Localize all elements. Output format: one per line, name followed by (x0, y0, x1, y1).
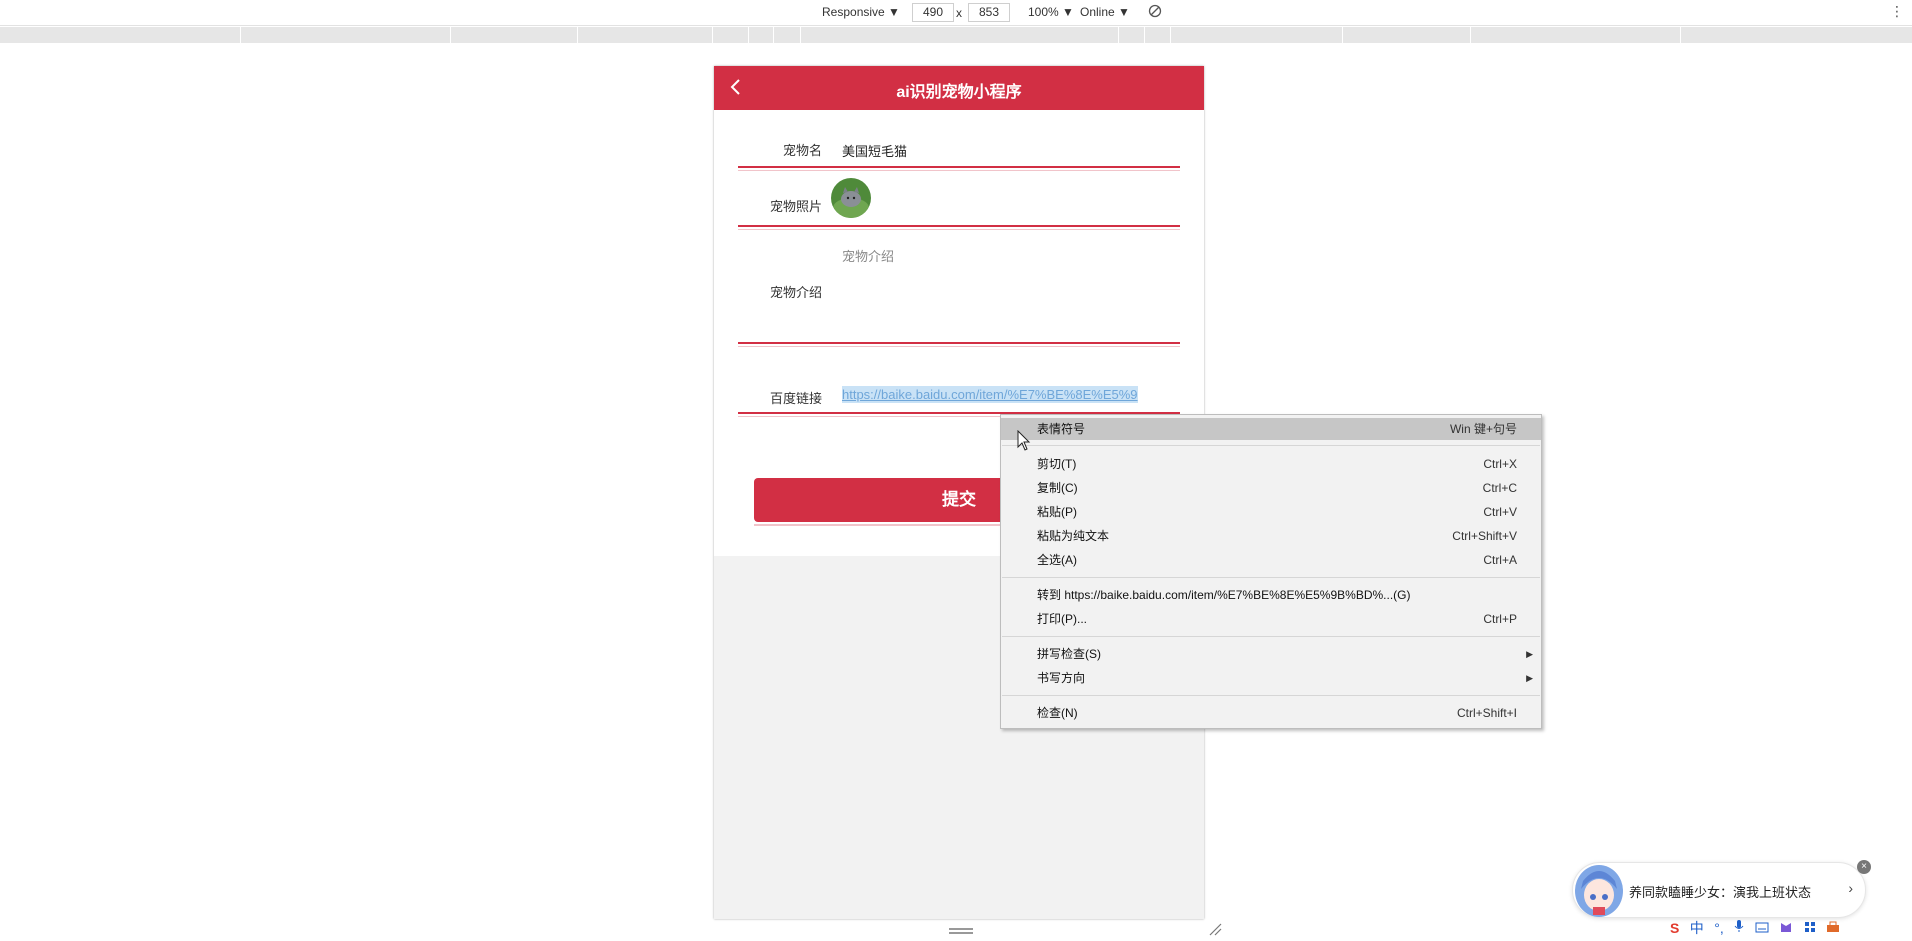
menu-separator (1002, 695, 1540, 696)
baidu-link-label: 百度链接 (769, 391, 822, 406)
mouse-cursor-icon (1017, 429, 1031, 452)
menu-item-label: 复制(C) (1037, 481, 1078, 495)
microphone-icon[interactable] (1734, 919, 1744, 936)
menu-item-spellcheck[interactable]: 拼写检查(S) ▶ (1001, 643, 1541, 665)
ruler-tick (773, 27, 774, 43)
pet-name-label: 宠物名 (782, 143, 822, 158)
field-underline (738, 166, 1180, 168)
menu-item-shortcut: Ctrl+X (1483, 457, 1517, 471)
apps-grid-icon[interactable] (1804, 920, 1816, 936)
resize-handle-bottom[interactable] (949, 928, 973, 934)
pet-intro-row: 宠物介绍 宠物介绍 (738, 230, 1180, 370)
dimension-separator: x (956, 6, 962, 20)
menu-item-label: 粘贴为纯文本 (1037, 529, 1110, 543)
menu-item-shortcut: Ctrl+V (1483, 505, 1517, 519)
menu-separator (1002, 445, 1540, 446)
anime-avatar-icon (1571, 861, 1627, 919)
pet-photo-label: 宠物照片 (769, 199, 822, 214)
ruler-tick (450, 27, 451, 43)
punctuation-toggle[interactable]: °, (1714, 920, 1724, 936)
devtools-device-toolbar: Responsive ▼ 490 x 853 100% ▼ Online ▼ ⋮ (0, 0, 1912, 26)
pet-photo-thumbnail[interactable] (831, 178, 871, 218)
ime-mode-toggle[interactable]: 中 (1690, 918, 1704, 938)
menu-item-label: 全选(A) (1037, 553, 1077, 567)
ruler-tick (577, 27, 578, 43)
rotate-disabled-icon[interactable] (1148, 4, 1162, 21)
zoom-select[interactable]: 100% ▼ (1028, 5, 1074, 19)
menu-item-cut[interactable]: 剪切(T) Ctrl+X (1001, 453, 1541, 475)
menu-item-print[interactable]: 打印(P)... Ctrl+P (1001, 608, 1541, 630)
ruler-tick (712, 27, 713, 43)
ruler-tick (1118, 27, 1119, 43)
menu-item-writing-direction[interactable]: 书写方向 ▶ (1001, 667, 1541, 689)
assistant-popup[interactable]: 养同款瞌睡少女：演我上班状态 › (1572, 862, 1866, 918)
keyboard-icon[interactable] (1755, 920, 1769, 936)
ruler-tick (748, 27, 749, 43)
menu-item-label: 转到 https://baike.baidu.com/item/%E7%BE%8… (1037, 588, 1411, 602)
menu-item-shortcut: Ctrl+C (1482, 481, 1517, 495)
viewport-width-input[interactable]: 490 (912, 3, 954, 22)
ruler-tick (1470, 27, 1471, 43)
page-title: ai识别宠物小程序 (896, 84, 1022, 101)
menu-item-label: 检查(N) (1037, 706, 1078, 720)
menu-item-emoji[interactable]: 表情符号 Win 键+句号 (1001, 418, 1541, 440)
menu-item-label: 表情符号 (1037, 422, 1086, 436)
menu-item-paste[interactable]: 粘贴(P) Ctrl+V (1001, 501, 1541, 523)
menu-item-label: 打印(P)... (1037, 612, 1087, 626)
sogou-logo-icon[interactable]: S (1670, 920, 1679, 936)
ruler-tick (1170, 27, 1171, 43)
pet-name-input[interactable]: 美国短毛猫 (842, 141, 907, 160)
ruler-tick (800, 27, 801, 43)
menu-item-shortcut: Ctrl+P (1483, 612, 1517, 626)
menu-item-paste-plain[interactable]: 粘贴为纯文本 Ctrl+Shift+V (1001, 525, 1541, 547)
menu-item-copy[interactable]: 复制(C) Ctrl+C (1001, 477, 1541, 499)
pet-intro-textarea[interactable]: 宠物介绍 (842, 246, 894, 265)
menu-item-label: 拼写检查(S) (1037, 647, 1101, 661)
baidu-link-selected-text: https://baike.baidu.com/item/%E7%BE%8E%E… (842, 386, 1138, 403)
pet-photo-row: 宠物照片 (738, 170, 1180, 230)
network-throttle-select[interactable]: Online ▼ (1080, 5, 1130, 19)
toolbox-icon[interactable] (1826, 920, 1840, 936)
ruler-tick (1342, 27, 1343, 43)
menu-item-label: 粘贴(P) (1037, 505, 1077, 519)
baidu-link-input[interactable]: https://baike.baidu.com/item/%E7%BE%8E%E… (842, 386, 1138, 403)
menu-separator (1002, 577, 1540, 578)
context-menu: 表情符号 Win 键+句号 剪切(T) Ctrl+X 复制(C) Ctrl+C … (1000, 414, 1542, 729)
ruler-tick (1144, 27, 1145, 43)
menu-item-shortcut: Win 键+句号 (1449, 422, 1517, 436)
menu-item-goto-link[interactable]: 转到 https://baike.baidu.com/item/%E7%BE%8… (1001, 584, 1541, 606)
menu-item-shortcut: Ctrl+Shift+V (1452, 529, 1517, 543)
ruler-tick (240, 27, 241, 43)
menu-item-label: 书写方向 (1037, 671, 1086, 685)
ime-toolbar: S 中 °, (1670, 918, 1846, 940)
pet-intro-label: 宠物介绍 (769, 285, 822, 300)
field-underline-shadow (738, 346, 1180, 347)
chevron-right-icon[interactable]: › (1848, 880, 1853, 896)
field-underline (738, 342, 1180, 344)
close-icon[interactable]: × (1857, 860, 1871, 874)
menu-item-label: 剪切(T) (1037, 457, 1077, 471)
menu-item-select-all[interactable]: 全选(A) Ctrl+A (1001, 549, 1541, 571)
more-options-icon[interactable]: ⋮ (1890, 3, 1904, 20)
resize-corner-icon[interactable] (1208, 922, 1222, 936)
submenu-arrow-icon: ▶ (1526, 673, 1533, 683)
submenu-arrow-icon: ▶ (1526, 649, 1533, 659)
menu-separator (1002, 636, 1540, 637)
menu-item-shortcut: Ctrl+A (1483, 553, 1517, 567)
skin-icon[interactable] (1779, 920, 1793, 936)
menu-item-inspect[interactable]: 检查(N) Ctrl+Shift+I (1001, 702, 1541, 724)
ruler-tick (1680, 27, 1681, 43)
assistant-message: 养同款瞌睡少女：演我上班状态 (1629, 885, 1812, 900)
menu-item-shortcut: Ctrl+Shift+I (1456, 706, 1517, 720)
viewport-height-input[interactable]: 853 (968, 3, 1010, 22)
app-header: ai识别宠物小程序 (714, 66, 1204, 110)
media-query-ruler[interactable] (0, 27, 1912, 43)
device-select[interactable]: Responsive ▼ (822, 5, 900, 19)
field-underline (738, 225, 1180, 227)
